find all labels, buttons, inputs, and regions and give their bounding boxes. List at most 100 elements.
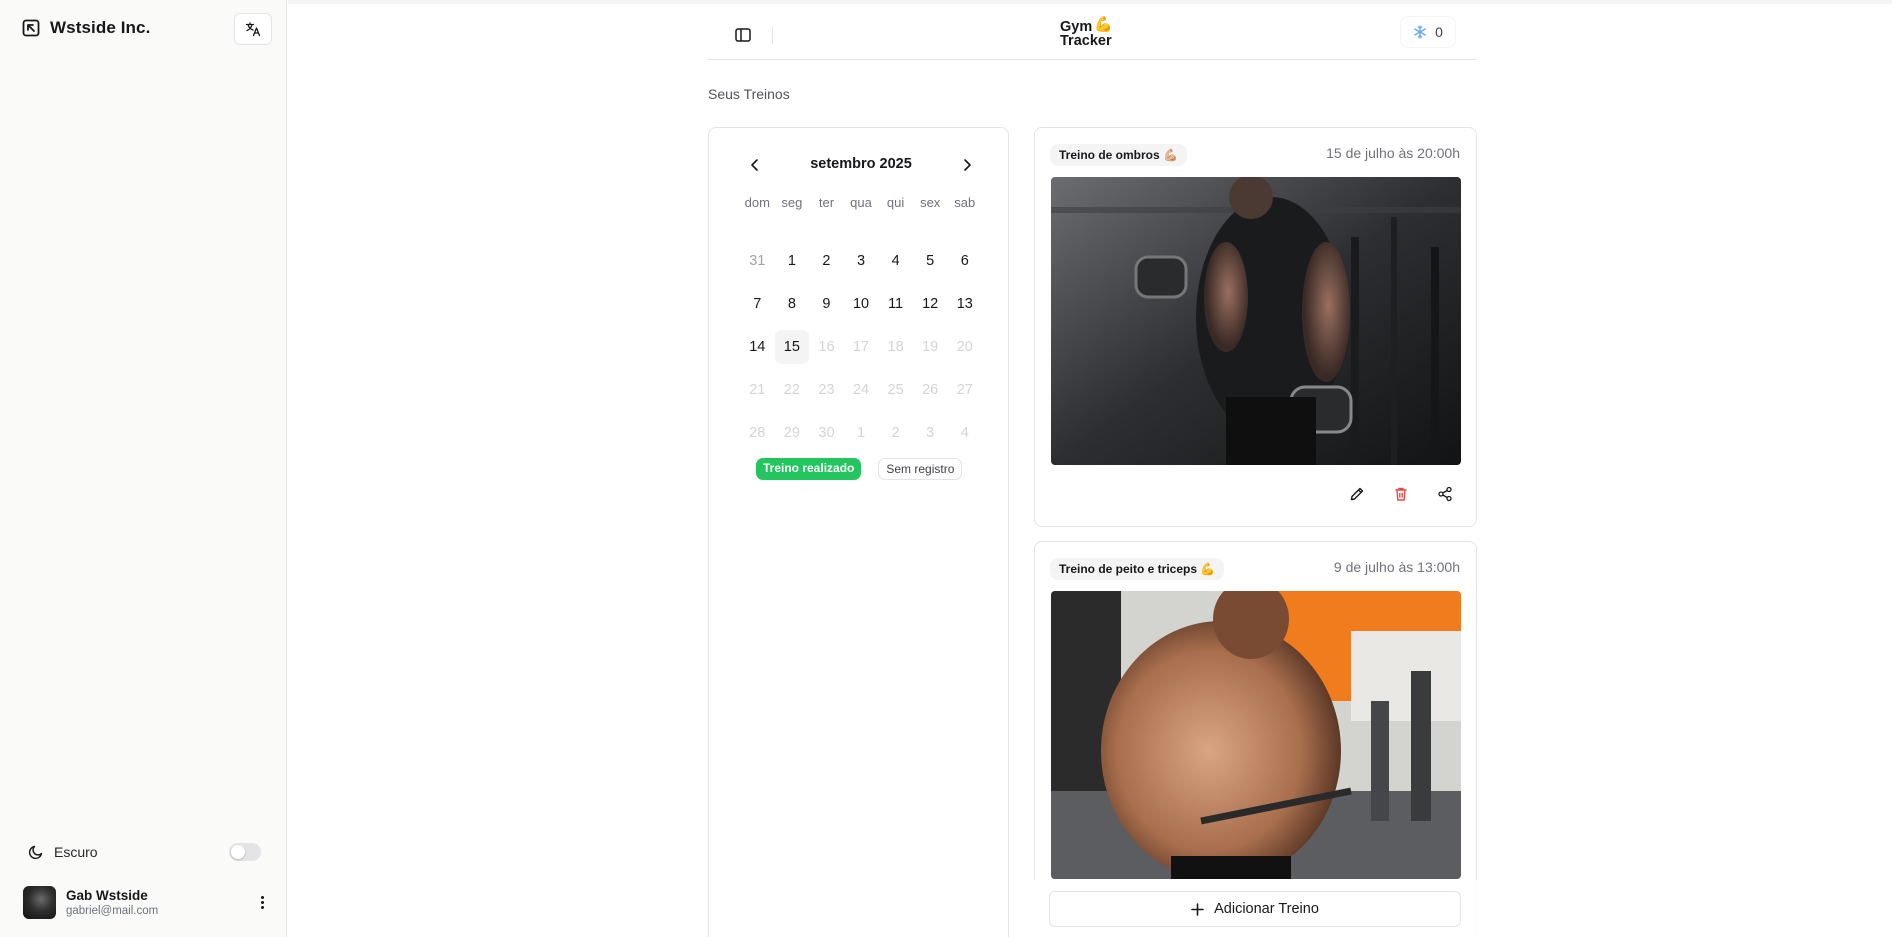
legend-done-badge: Treino realizado	[756, 458, 862, 480]
calendar-week: 14 15 16 17 18 19 20	[740, 325, 982, 368]
calendar-day: 23	[818, 381, 835, 398]
calendar-weekdays: dom seg ter qua qui sex sab	[740, 192, 982, 212]
calendar-day[interactable]: 8	[775, 287, 810, 321]
workout-actions	[1346, 483, 1456, 505]
avatar	[23, 885, 56, 919]
dark-mode-toggle[interactable]	[229, 843, 261, 861]
weekday-label: qui	[886, 194, 905, 210]
logo-line-2: Tracker	[1060, 33, 1112, 49]
add-workout-button[interactable]: Adicionar Treino	[1049, 891, 1461, 927]
calendar-week: 28 29 30 1 2 3 4	[740, 411, 982, 454]
weekday-label: sab	[954, 194, 976, 210]
calendar-week: 31 1 2 3 4 5 6	[740, 239, 982, 282]
trash-icon[interactable]	[1390, 483, 1412, 505]
calendar-day: 25	[887, 381, 904, 398]
more-vertical-icon[interactable]	[254, 893, 270, 911]
org-switcher[interactable]: Wstside Inc.	[22, 18, 150, 38]
calendar-day: 29	[783, 424, 800, 441]
calendar-day: 19	[922, 338, 939, 355]
workout-title: Treino de peito e triceps 💪	[1050, 558, 1225, 580]
add-workout-label: Adicionar Treino	[1214, 901, 1319, 917]
snowflake-icon	[1414, 25, 1426, 39]
legend-none-badge: Sem registro	[878, 458, 963, 480]
weekday-label: sex	[920, 194, 941, 210]
calendar-day[interactable]: 9	[809, 287, 844, 321]
calendar-week: 7 8 9 10 11 12 13	[740, 282, 982, 325]
calendar-day[interactable]: 12	[913, 287, 948, 321]
workout-date: 9 de julho às 13:00h	[1333, 559, 1460, 575]
user-name: Gab Wstside	[66, 887, 148, 903]
weekday-label: qua	[850, 194, 872, 210]
sidebar: Wstside Inc. Escuro Gab Wstside gabriel@…	[0, 0, 287, 937]
weekday-label: ter	[818, 194, 835, 210]
logo-emoji: 💪	[1094, 16, 1113, 33]
calendar-day[interactable]: 13	[947, 287, 982, 321]
calendar-day: 22	[783, 381, 800, 398]
calendar-day[interactable]: 6	[947, 244, 982, 278]
header-separator	[772, 26, 773, 44]
calendar-day: 24	[852, 381, 870, 398]
calendar-day: 18	[887, 338, 904, 355]
weekday-label: dom	[744, 194, 770, 210]
calendar-day[interactable]: 7	[740, 287, 775, 321]
calendar-day[interactable]: 11	[878, 287, 913, 321]
workout-card[interactable]: Treino de peito e triceps 💪 9 de julho à…	[1034, 541, 1477, 937]
user-menu[interactable]: Gab Wstside gabriel@mail.com	[23, 884, 270, 920]
app-logo: Gym Tracker 💪	[1060, 16, 1113, 49]
user-email: gabriel@mail.com	[66, 904, 159, 917]
section-title: Seus Treinos	[708, 86, 790, 102]
calendar-day[interactable]: 1	[775, 244, 810, 278]
calendar-legend: Treino realizado Sem registro	[756, 458, 963, 480]
calendar-day: 20	[956, 338, 973, 355]
workout-title: Treino de ombros 💪🏼	[1050, 144, 1187, 166]
calendar-day[interactable]: 2	[809, 244, 844, 278]
weekday-label: seg	[781, 194, 803, 210]
calendar-week: 21 22 23 24 25 26 27	[740, 368, 982, 411]
calendar-day: 4	[960, 424, 969, 441]
add-workout-bar: Adicionar Treino	[1034, 880, 1477, 937]
calendar-day[interactable]: 31	[740, 244, 775, 278]
workout-card[interactable]: Treino de ombros 💪🏼 15 de julho às 20:00…	[1034, 127, 1477, 527]
calendar-day[interactable]: 5	[913, 244, 948, 278]
top-divider	[288, 0, 1892, 4]
calendar-month-label: setembro 2025	[810, 156, 912, 172]
header: Gym Tracker 💪 0	[708, 16, 1476, 60]
streak-count: 0	[1435, 24, 1443, 40]
calendar-day: 2	[891, 424, 900, 441]
calendar-day[interactable]: 15	[774, 329, 810, 364]
calendar-day: 16	[818, 338, 835, 355]
calendar-day: 27	[956, 381, 973, 398]
moon-icon	[28, 845, 43, 860]
pencil-icon[interactable]	[1346, 483, 1368, 505]
workout-photo[interactable]	[1051, 177, 1461, 465]
theme-toggle-row: Escuro	[28, 840, 261, 864]
share-icon[interactable]	[1434, 483, 1456, 505]
theme-label: Escuro	[54, 844, 98, 860]
toggle-knob	[231, 845, 245, 859]
calendar-day: 17	[852, 338, 870, 355]
calendar-grid: dom seg ter qua qui sex sab 31 1 2 3 4 5 6 7 8 9 10 11 12 13…	[740, 195, 982, 454]
workout-date: 15 de julho às 20:00h	[1326, 145, 1460, 161]
language-button[interactable]	[234, 13, 272, 45]
calendar-day[interactable]: 4	[878, 244, 913, 278]
org-name: Wstside Inc.	[50, 18, 151, 37]
panel-left-icon[interactable]	[734, 26, 752, 44]
user-info: Gab Wstside gabriel@mail.com	[66, 888, 158, 917]
calendar-card: setembro 2025 dom seg ter qua qui sex sab 31 1 2 3…	[708, 127, 1009, 937]
app-root: Wstside Inc. Escuro Gab Wstside gabriel@…	[0, 0, 1892, 937]
workout-photo[interactable]	[1051, 591, 1461, 879]
plus-icon	[1191, 902, 1204, 916]
chevron-right-icon[interactable]	[957, 155, 977, 175]
calendar-day[interactable]: 10	[844, 287, 879, 321]
calendar-day[interactable]: 14	[740, 330, 775, 364]
calendar-day: 21	[749, 381, 766, 398]
translate-icon	[245, 22, 261, 37]
arrow-up-left-box-icon	[22, 19, 40, 37]
calendar-day: 1	[856, 424, 866, 441]
calendar-day: 28	[749, 424, 766, 441]
calendar-header: setembro 2025	[745, 155, 971, 175]
calendar-day: 3	[926, 424, 935, 441]
streak-counter[interactable]: 0	[1400, 16, 1456, 48]
calendar-day: 30	[818, 424, 835, 441]
calendar-day[interactable]: 3	[844, 244, 879, 278]
